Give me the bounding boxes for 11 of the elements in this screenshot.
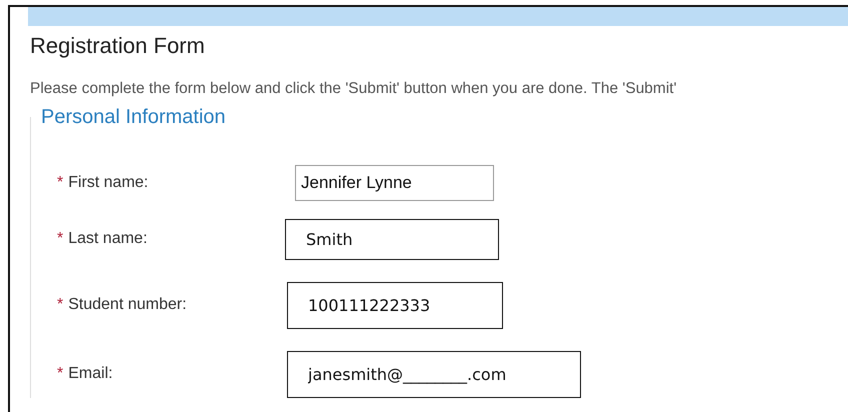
field-label: * Last name: (57, 229, 148, 250)
input-field[interactable]: Smith (285, 218, 499, 260)
input-field[interactable]: 100111222333 (287, 282, 503, 329)
input-field[interactable]: Jennifer Lynne (295, 165, 494, 201)
section-legend: Personal Information (39, 106, 228, 128)
field-label: * Student number: (57, 295, 187, 316)
input-field[interactable]: janesmith@________.com (287, 350, 581, 398)
form-title: Registration Form (30, 32, 206, 60)
field-label: * First name: (57, 172, 148, 193)
instructions-text: Please complete the form below and click the 'Submit' button when you are done. The 'Submit' (30, 78, 678, 99)
field-label: * Email: (57, 364, 113, 384)
